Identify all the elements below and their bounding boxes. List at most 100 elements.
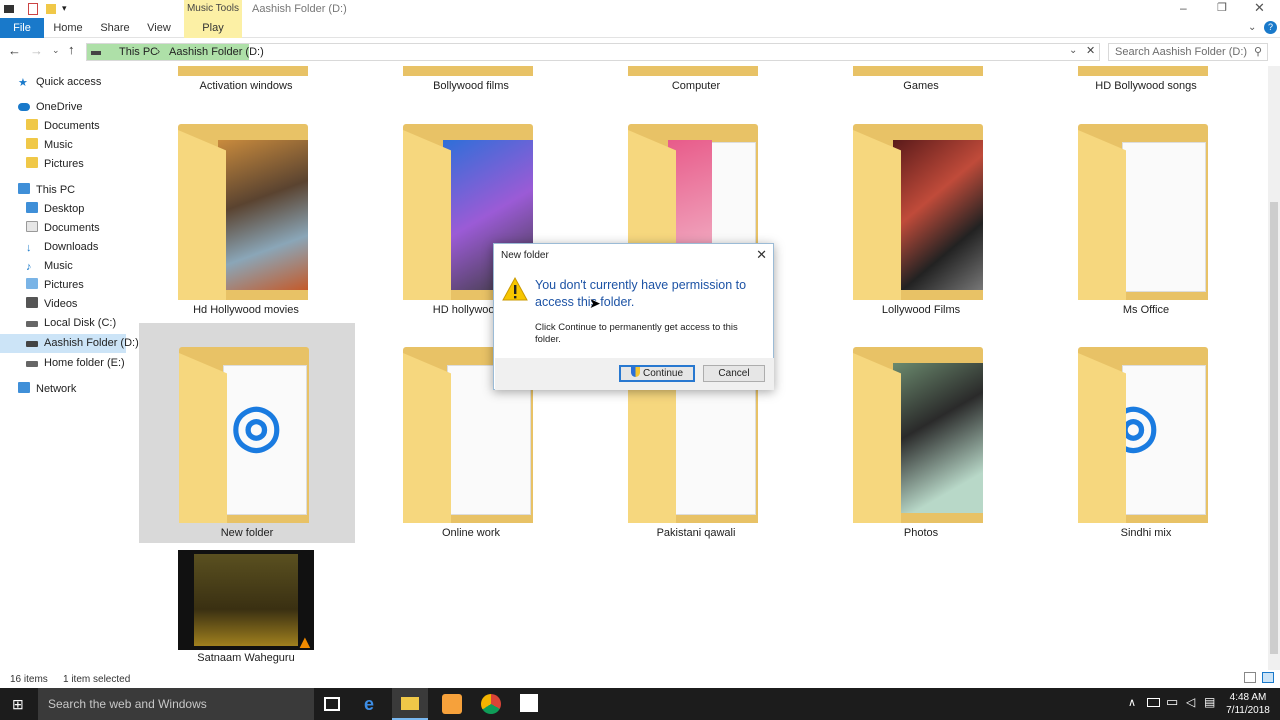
details-view-icon[interactable]	[1244, 672, 1256, 683]
file-explorer-icon[interactable]	[392, 688, 428, 720]
item-count: 16 items	[10, 674, 48, 685]
nav-quick-access[interactable]: ★ Quick access	[18, 73, 101, 92]
desktop-icon	[26, 202, 38, 213]
folder-item[interactable]: Ms Office	[1038, 100, 1254, 320]
folder-item[interactable]: Computer	[588, 66, 804, 96]
nav-onedrive-documents[interactable]: Documents	[26, 117, 100, 136]
nav-downloads[interactable]: ↓ Downloads	[26, 238, 98, 257]
search-input[interactable]: Search Aashish Folder (D:)	[1108, 43, 1268, 61]
nav-aashish-folder-d[interactable]: Aashish Folder (D:)	[0, 334, 139, 353]
navigation-pane: ★ Quick access OneDrive Documents Music P…	[0, 66, 139, 670]
drive-icon	[26, 361, 38, 367]
folder-icon: ◎	[1078, 347, 1208, 523]
action-center-icon[interactable]: ▤	[1204, 695, 1215, 709]
network-icon	[18, 382, 30, 393]
network-tray-icon[interactable]: ▭	[1166, 694, 1178, 710]
warning-icon	[502, 276, 528, 301]
folder-item-selected[interactable]: ◎ New folder	[139, 323, 355, 543]
folder-item[interactable]: ◎ Sindhi mix	[1038, 323, 1254, 543]
large-icons-view-icon[interactable]	[1262, 672, 1274, 683]
cloud-icon	[18, 103, 30, 111]
volume-icon[interactable]: ◁	[1186, 695, 1195, 709]
folder-item[interactable]: Photos	[813, 323, 1029, 543]
cancel-button[interactable]: Cancel	[703, 365, 765, 382]
windows-start-icon[interactable]: ⊞	[12, 696, 24, 713]
folder-icon	[26, 138, 38, 149]
clear-address-icon[interactable]: ✕	[1086, 44, 1095, 57]
folder-item[interactable]: Activation windows	[138, 66, 354, 96]
folder-item[interactable]: Hd Hollywood movies	[138, 100, 354, 320]
tab-play[interactable]: Play	[184, 18, 242, 38]
documents-icon	[26, 221, 38, 232]
video-file-item[interactable]: ▲ Satnaam Waheguru	[138, 546, 354, 668]
clock[interactable]: 4:48 AM 7/11/2018	[1226, 691, 1270, 717]
forward-arrow-icon[interactable]: →	[30, 43, 43, 58]
pictures-icon	[26, 278, 38, 289]
dialog-content-text: Click Continue to permanently get access…	[535, 322, 738, 345]
nav-pictures[interactable]: Pictures	[26, 276, 84, 295]
help-icon[interactable]: ?	[1264, 21, 1277, 34]
edge-icon[interactable]: e	[364, 694, 384, 714]
nav-documents[interactable]: Documents	[26, 219, 100, 238]
nav-music[interactable]: ♪ Music	[26, 257, 73, 276]
breadcrumb-this-pc[interactable]: This PC	[119, 46, 158, 58]
close-window-button[interactable]: ✕	[1254, 0, 1265, 16]
tab-home[interactable]: Home	[50, 18, 86, 38]
nav-onedrive-music[interactable]: Music	[26, 136, 73, 155]
mouse-cursor-icon: ➤	[589, 295, 601, 311]
nav-local-disk-c[interactable]: Local Disk (C:)	[26, 314, 116, 333]
nav-onedrive-pictures[interactable]: Pictures	[26, 155, 84, 174]
folder-item[interactable]: Games	[813, 66, 1029, 96]
folder-icon	[1078, 66, 1208, 76]
folder-icon	[853, 347, 983, 523]
tab-file[interactable]: File	[0, 18, 44, 38]
chevron-up-icon[interactable]: ∧	[1128, 696, 1136, 709]
properties-icon[interactable]	[28, 3, 38, 15]
drive-icon	[26, 321, 38, 327]
nav-desktop[interactable]: Desktop	[26, 200, 84, 219]
folder-item[interactable]: Bollywood films	[363, 66, 579, 96]
folder-icon: ◎	[179, 347, 309, 523]
taskbar-search[interactable]: Search the web and Windows	[38, 688, 314, 720]
store-icon[interactable]	[520, 694, 538, 712]
folder-item[interactable]: HD Bollywood songs	[1038, 66, 1254, 96]
back-arrow-icon[interactable]: ←	[8, 43, 21, 58]
continue-button[interactable]: Continue	[619, 365, 695, 382]
up-arrow-icon[interactable]: ↑	[68, 42, 75, 57]
paint-app-icon[interactable]	[442, 694, 462, 714]
title-bar: ▾ Music Tools Aashish Folder (D:) – ❐ ✕	[0, 0, 1280, 18]
tab-view[interactable]: View	[142, 18, 176, 38]
recent-locations-icon[interactable]: ⌄	[52, 45, 60, 56]
folder-icon	[853, 124, 983, 300]
expand-ribbon-icon[interactable]: ⌄	[1248, 22, 1256, 33]
nav-home-folder-e[interactable]: Home folder (E:)	[26, 354, 125, 373]
maximize-button[interactable]: ❐	[1217, 1, 1227, 14]
drive-icon	[26, 341, 38, 347]
dialog-title: New folder	[501, 250, 549, 261]
nav-onedrive[interactable]: OneDrive	[18, 98, 82, 117]
download-icon: ↓	[26, 242, 32, 254]
task-view-icon[interactable]	[324, 697, 340, 711]
dialog-main-instruction: You don't currently have permission to a…	[535, 278, 747, 309]
status-bar: 16 items 1 item selected	[0, 670, 1280, 688]
breadcrumb-current[interactable]: Aashish Folder (D:)	[169, 46, 264, 58]
folder-icon	[1078, 124, 1208, 300]
nav-videos[interactable]: Videos	[26, 295, 77, 314]
minimize-button[interactable]: –	[1180, 1, 1187, 15]
chrome-icon[interactable]	[481, 694, 501, 714]
address-dropdown-icon[interactable]: ⌄	[1069, 45, 1077, 56]
tab-share[interactable]: Share	[96, 18, 134, 38]
address-row: ← → ⌄ ↑ This PC › Aashish Folder (D:) ⌄ …	[0, 40, 1280, 64]
dialog-close-button[interactable]: ✕	[756, 247, 767, 263]
new-folder-icon[interactable]	[46, 4, 56, 14]
scrollbar-thumb[interactable]	[1270, 202, 1278, 654]
folder-item[interactable]: Lollywood Films	[813, 100, 1029, 320]
vertical-scrollbar[interactable]	[1268, 66, 1280, 670]
nav-network[interactable]: Network	[18, 380, 76, 399]
nav-this-pc[interactable]: This PC	[18, 181, 75, 200]
battery-icon[interactable]	[1147, 698, 1160, 707]
drive-icon	[91, 51, 101, 55]
quick-access-dropdown-icon[interactable]: ▾	[62, 3, 67, 14]
address-bar[interactable]: This PC › Aashish Folder (D:) ⌄	[86, 43, 1100, 61]
videos-icon	[26, 297, 38, 308]
